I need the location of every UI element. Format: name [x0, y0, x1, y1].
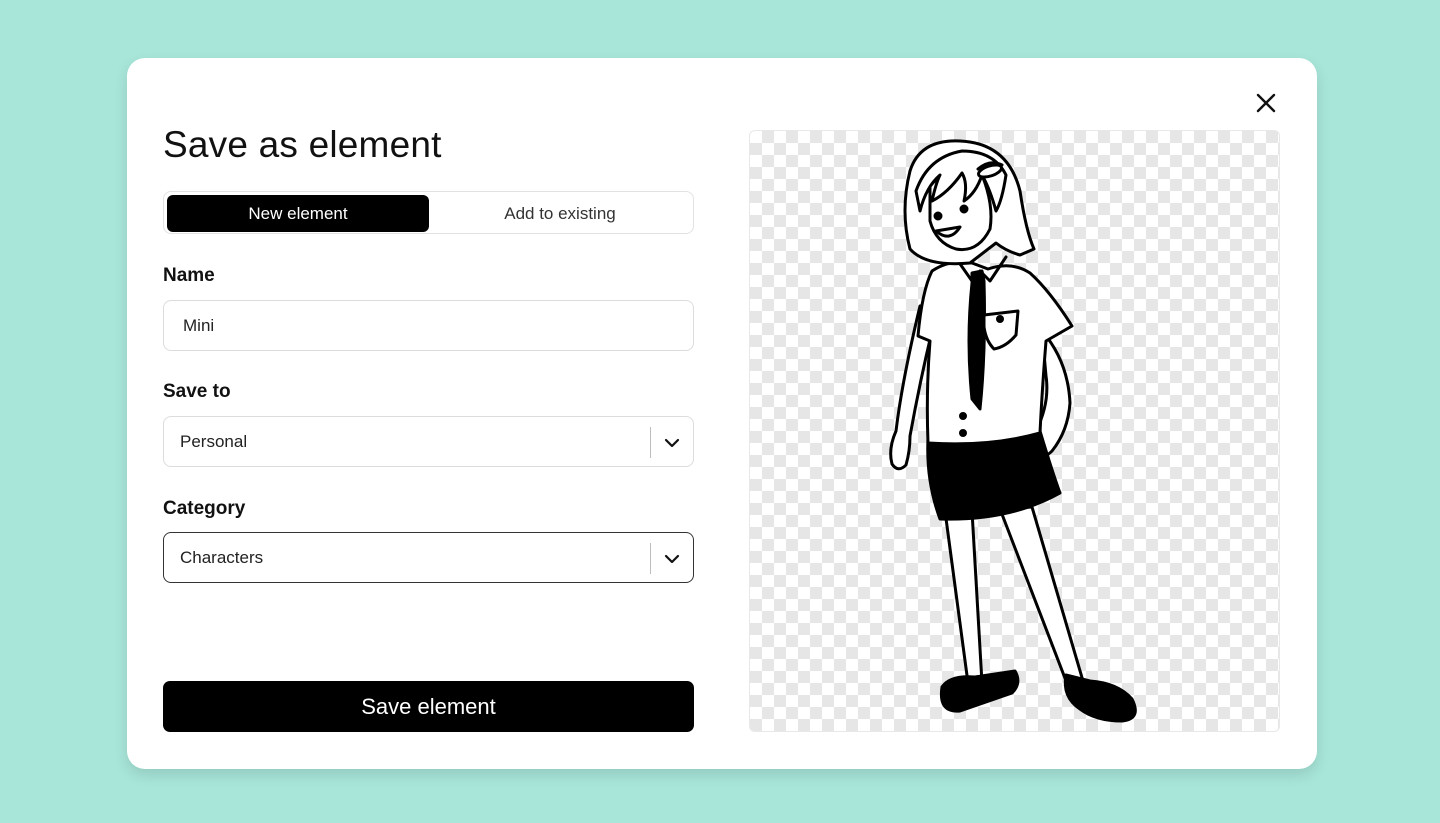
element-preview — [749, 130, 1280, 732]
name-input[interactable]: Mini — [163, 300, 694, 351]
mode-segmented-control: New element Add to existing — [163, 191, 694, 234]
close-button[interactable] — [1253, 90, 1279, 116]
category-select[interactable]: Characters — [163, 532, 694, 583]
save-to-select[interactable]: Personal — [163, 416, 694, 467]
save-to-label: Save to — [163, 381, 231, 402]
chevron-down-icon[interactable] — [662, 433, 682, 453]
tab-add-to-existing[interactable]: Add to existing — [429, 195, 691, 232]
save-to-value: Personal — [180, 431, 248, 451]
category-label: Category — [163, 498, 246, 519]
save-element-dialog: Save as element New element Add to exist… — [127, 58, 1317, 769]
save-element-button[interactable]: Save element — [163, 681, 694, 732]
dialog-title: Save as element — [163, 124, 442, 165]
select-divider — [650, 427, 651, 458]
character-illustration — [889, 139, 1137, 723]
category-value: Characters — [180, 547, 264, 567]
close-icon — [1256, 93, 1276, 113]
chevron-down-icon[interactable] — [662, 549, 682, 569]
select-divider — [650, 543, 651, 574]
name-input-value: Mini — [183, 315, 215, 335]
name-label: Name — [163, 265, 215, 286]
tab-new-element[interactable]: New element — [167, 195, 429, 232]
